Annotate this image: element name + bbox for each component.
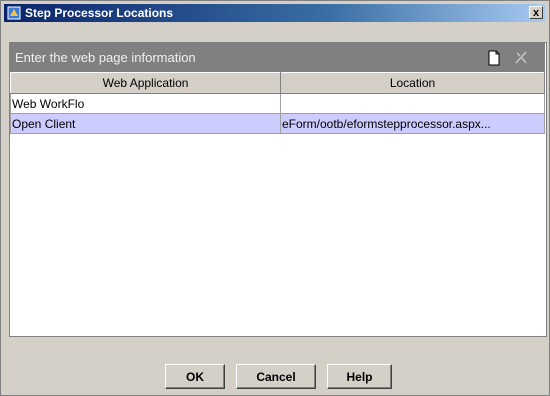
new-document-icon[interactable] — [487, 50, 501, 66]
ok-button[interactable]: OK — [165, 364, 225, 389]
cell-web-application[interactable]: Web WorkFlo — [10, 93, 281, 114]
title-bar[interactable]: Step Processor Locations x — [4, 4, 545, 22]
app-icon — [7, 6, 21, 20]
cell-web-application[interactable]: Open Client — [10, 113, 281, 134]
cell-location[interactable] — [280, 93, 545, 114]
cell-location[interactable]: eForm/ootb/eformstepprocessor.aspx... — [280, 113, 545, 134]
table-row[interactable]: Open Client eForm/ootb/eformstepprocesso… — [10, 113, 545, 134]
locations-table: Web Application Location Web WorkFlo Ope… — [10, 72, 545, 134]
table-header-row: Web Application Location — [10, 72, 545, 94]
column-header-location[interactable]: Location — [280, 72, 545, 94]
panel-header: Enter the web page information — [9, 43, 545, 72]
delete-icon[interactable] — [514, 49, 528, 65]
close-icon: x — [532, 6, 540, 19]
column-header-web-application[interactable]: Web Application — [10, 72, 281, 94]
window-title: Step Processor Locations — [25, 6, 174, 20]
cancel-button[interactable]: Cancel — [236, 364, 316, 389]
close-button[interactable]: x — [529, 6, 543, 19]
table-row[interactable]: Web WorkFlo — [10, 93, 545, 114]
help-button[interactable]: Help — [327, 364, 392, 389]
panel-prompt: Enter the web page information — [15, 50, 196, 65]
